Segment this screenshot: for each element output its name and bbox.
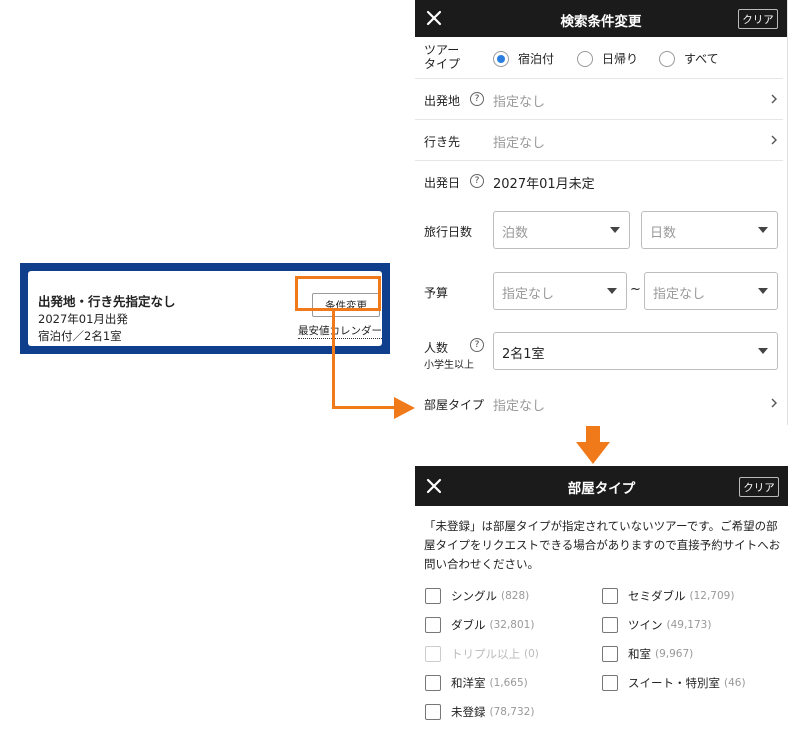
radio-overnight[interactable]: 宿泊付 (493, 50, 554, 67)
highlight-change-button (295, 276, 381, 311)
tour-type-label: ツアー タイプ (424, 43, 461, 71)
search-panel-header: 検索条件変更 クリア (415, 0, 787, 37)
people-sublabel: 小学生以上 (424, 360, 474, 371)
arrow-right-icon (394, 397, 415, 419)
checkbox-box (425, 646, 441, 662)
chevron-right-icon (771, 135, 777, 145)
checkbox-unregistered[interactable]: 未登録 (78,732) (425, 704, 534, 720)
days-select[interactable]: 日数 (641, 211, 778, 249)
departure-date-row[interactable]: 出発日 ? 2027年01月未定 (415, 161, 783, 201)
destination-value: 指定なし (493, 136, 546, 151)
clear-button[interactable]: クリア (739, 477, 779, 497)
dropdown-arrow-icon (607, 288, 617, 294)
nights-select[interactable]: 泊数 (493, 211, 630, 249)
checkbox-box[interactable] (602, 646, 618, 662)
radio-all[interactable]: すべて (659, 50, 719, 67)
people-row: 人数 ? 小学生以上 2名1室 (415, 322, 783, 382)
summary-date: 2027年01月出発 (38, 312, 128, 326)
checkbox-box[interactable] (425, 617, 441, 633)
help-icon[interactable]: ? (470, 338, 484, 352)
checkbox-single[interactable]: シングル (828) (425, 588, 529, 604)
summary-title: 出発地・行き先指定なし (38, 294, 176, 309)
dropdown-arrow-icon (758, 288, 768, 294)
duration-row: 旅行日数 泊数 日数 (415, 201, 783, 260)
radio-all-circle[interactable] (659, 50, 675, 67)
checkbox-box[interactable] (425, 704, 441, 720)
checkbox-box[interactable] (425, 675, 441, 691)
checkbox-box[interactable] (602, 617, 618, 633)
people-select[interactable]: 2名1室 (493, 332, 778, 370)
budget-separator: ~ (630, 282, 641, 297)
checkbox-box[interactable] (602, 588, 618, 604)
chevron-right-icon (771, 94, 777, 104)
cheapest-calendar-link[interactable]: 最安値カレンダー (298, 323, 382, 339)
room-type-label: 部屋タイプ (424, 398, 485, 412)
help-icon[interactable]: ? (470, 174, 484, 188)
radio-overnight-circle[interactable] (493, 50, 509, 67)
departure-row[interactable]: 出発地 ? 指定なし (415, 79, 783, 120)
departure-value: 指定なし (493, 95, 546, 110)
destination-label: 行き先 (424, 135, 461, 149)
budget-row: 予算 指定なし ~ 指定なし (415, 260, 783, 322)
room-panel-title: 部屋タイプ (567, 481, 636, 497)
budget-label: 予算 (424, 286, 449, 300)
checkbox-japanese-room[interactable]: 和室 (9,967) (602, 646, 693, 662)
room-type-description: 「未登録」は部屋タイプが指定されていないツアーです。ご希望の部屋タイプをリクエス… (424, 519, 781, 571)
radio-day-trip-circle[interactable] (577, 50, 593, 67)
departure-date-value: 2027年01月未定 (493, 177, 595, 192)
checkbox-japanese-western-room[interactable]: 和洋室 (1,665) (425, 675, 528, 691)
arrow-down-icon (576, 426, 610, 464)
tour-type-row: ツアー タイプ 宿泊付 日帰り すべて (415, 37, 783, 79)
checkbox-double[interactable]: ダブル (32,801) (425, 617, 534, 633)
checkbox-box[interactable] (602, 675, 618, 691)
dropdown-arrow-icon (758, 348, 768, 354)
dropdown-arrow-icon (610, 227, 620, 233)
people-label: 人数 (424, 341, 449, 355)
dropdown-arrow-icon (758, 227, 768, 233)
clear-button[interactable]: クリア (738, 9, 778, 29)
checkbox-suite[interactable]: スイート・特別室 (46) (602, 675, 746, 691)
radio-day-trip[interactable]: 日帰り (577, 50, 638, 67)
room-panel-header: 部屋タイプ クリア (415, 466, 788, 506)
departure-label: 出発地 (424, 94, 461, 108)
help-icon[interactable]: ? (470, 92, 484, 106)
checkbox-box[interactable] (425, 588, 441, 604)
duration-label: 旅行日数 (424, 225, 473, 239)
room-type-row[interactable]: 部屋タイプ 指定なし (415, 382, 783, 424)
checkbox-semi-double[interactable]: セミダブル (12,709) (602, 588, 734, 604)
arrow-line-vertical (332, 311, 335, 409)
chevron-right-icon (771, 398, 777, 408)
arrow-line-horizontal (332, 406, 398, 409)
budget-min-select[interactable]: 指定なし (493, 272, 627, 310)
departure-date-label: 出発日 (424, 176, 461, 190)
budget-max-select[interactable]: 指定なし (644, 272, 778, 310)
checkbox-twin[interactable]: ツイン (49,173) (602, 617, 711, 633)
search-conditions-panel: 検索条件変更 クリア ツアー タイプ 宿泊付 日帰り すべて 出発地 ? 指定な… (415, 0, 788, 425)
room-type-panel: 部屋タイプ クリア 「未登録」は部屋タイプが指定されていないツアーです。ご希望の… (415, 466, 788, 730)
room-type-value: 指定なし (493, 399, 546, 414)
summary-stay: 宿泊付／2名1室 (38, 329, 122, 343)
checkbox-triple-or-more: トリプル以上 (0) (425, 646, 539, 662)
search-panel-title: 検索条件変更 (560, 14, 642, 30)
destination-row[interactable]: 行き先 指定なし (415, 120, 783, 161)
